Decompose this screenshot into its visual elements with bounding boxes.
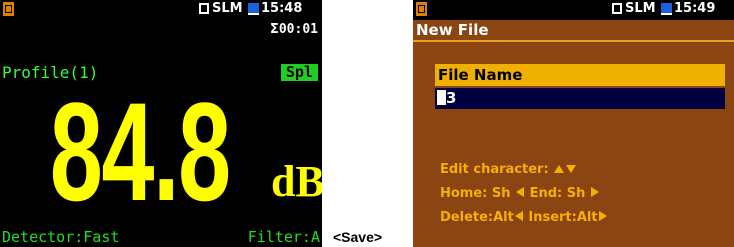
help-home-end-line: Home: Sh End: Sh: [440, 186, 600, 201]
file-icon: [416, 2, 427, 16]
help-delete-insert-line: Delete:Alt Insert:Alt: [440, 210, 608, 225]
help-delete-text: Delete:Alt: [440, 210, 514, 225]
text-cursor: [437, 90, 446, 105]
arrow-left-icon: [516, 187, 525, 197]
measurement-unit: dB: [271, 157, 322, 206]
arrow-left-icon: [514, 211, 523, 221]
memory-icon: [661, 3, 672, 15]
file-name-input[interactable]: 3: [435, 88, 725, 109]
save-caption: <Save>: [333, 229, 383, 245]
status-bar: SLM 15:48: [0, 0, 322, 18]
arrow-right-icon: [598, 211, 607, 221]
filter-label: Filter:A: [247, 228, 320, 246]
sigma-icon: Σ: [269, 22, 279, 37]
detector-label: Detector:Fast: [2, 228, 120, 246]
new-file-screen: SLM 15:49 New File File Name 3 Edit char…: [413, 0, 734, 247]
help-insert-text: Insert:Alt: [528, 210, 598, 225]
clock: 15:49: [674, 1, 716, 16]
file-icon: [3, 2, 14, 16]
help-edit-text: Edit character:: [440, 162, 549, 177]
mode-box-icon: [612, 3, 622, 14]
arrow-up-icon: [554, 165, 565, 173]
measurement-value: 84.8: [49, 73, 231, 230]
arrow-down-icon: [566, 165, 577, 173]
clock: 15:48: [261, 1, 303, 16]
memory-icon: [248, 3, 259, 15]
result-type-badge: Spl: [280, 64, 318, 81]
help-edit-line: Edit character:: [440, 162, 577, 177]
file-name-value: 3: [446, 89, 457, 107]
timer: Σ00:01: [270, 22, 318, 37]
menu-header: New File: [413, 20, 734, 42]
measurement-screen: SLM 15:48 Σ00:01 Profile(1) Spl 84.8 dB …: [0, 0, 322, 247]
mode-box-icon: [199, 3, 209, 14]
help-home-text: Home: Sh: [440, 186, 511, 201]
arrow-right-icon: [590, 187, 599, 197]
mode-label: SLM: [212, 1, 243, 16]
help-end-text: End: Sh: [529, 186, 586, 201]
menu-title: New File: [416, 21, 489, 39]
mode-label: SLM: [625, 1, 656, 16]
status-bar: SLM 15:49: [413, 0, 734, 18]
file-name-label: File Name: [435, 64, 725, 86]
timer-value: 00:01: [278, 22, 318, 37]
